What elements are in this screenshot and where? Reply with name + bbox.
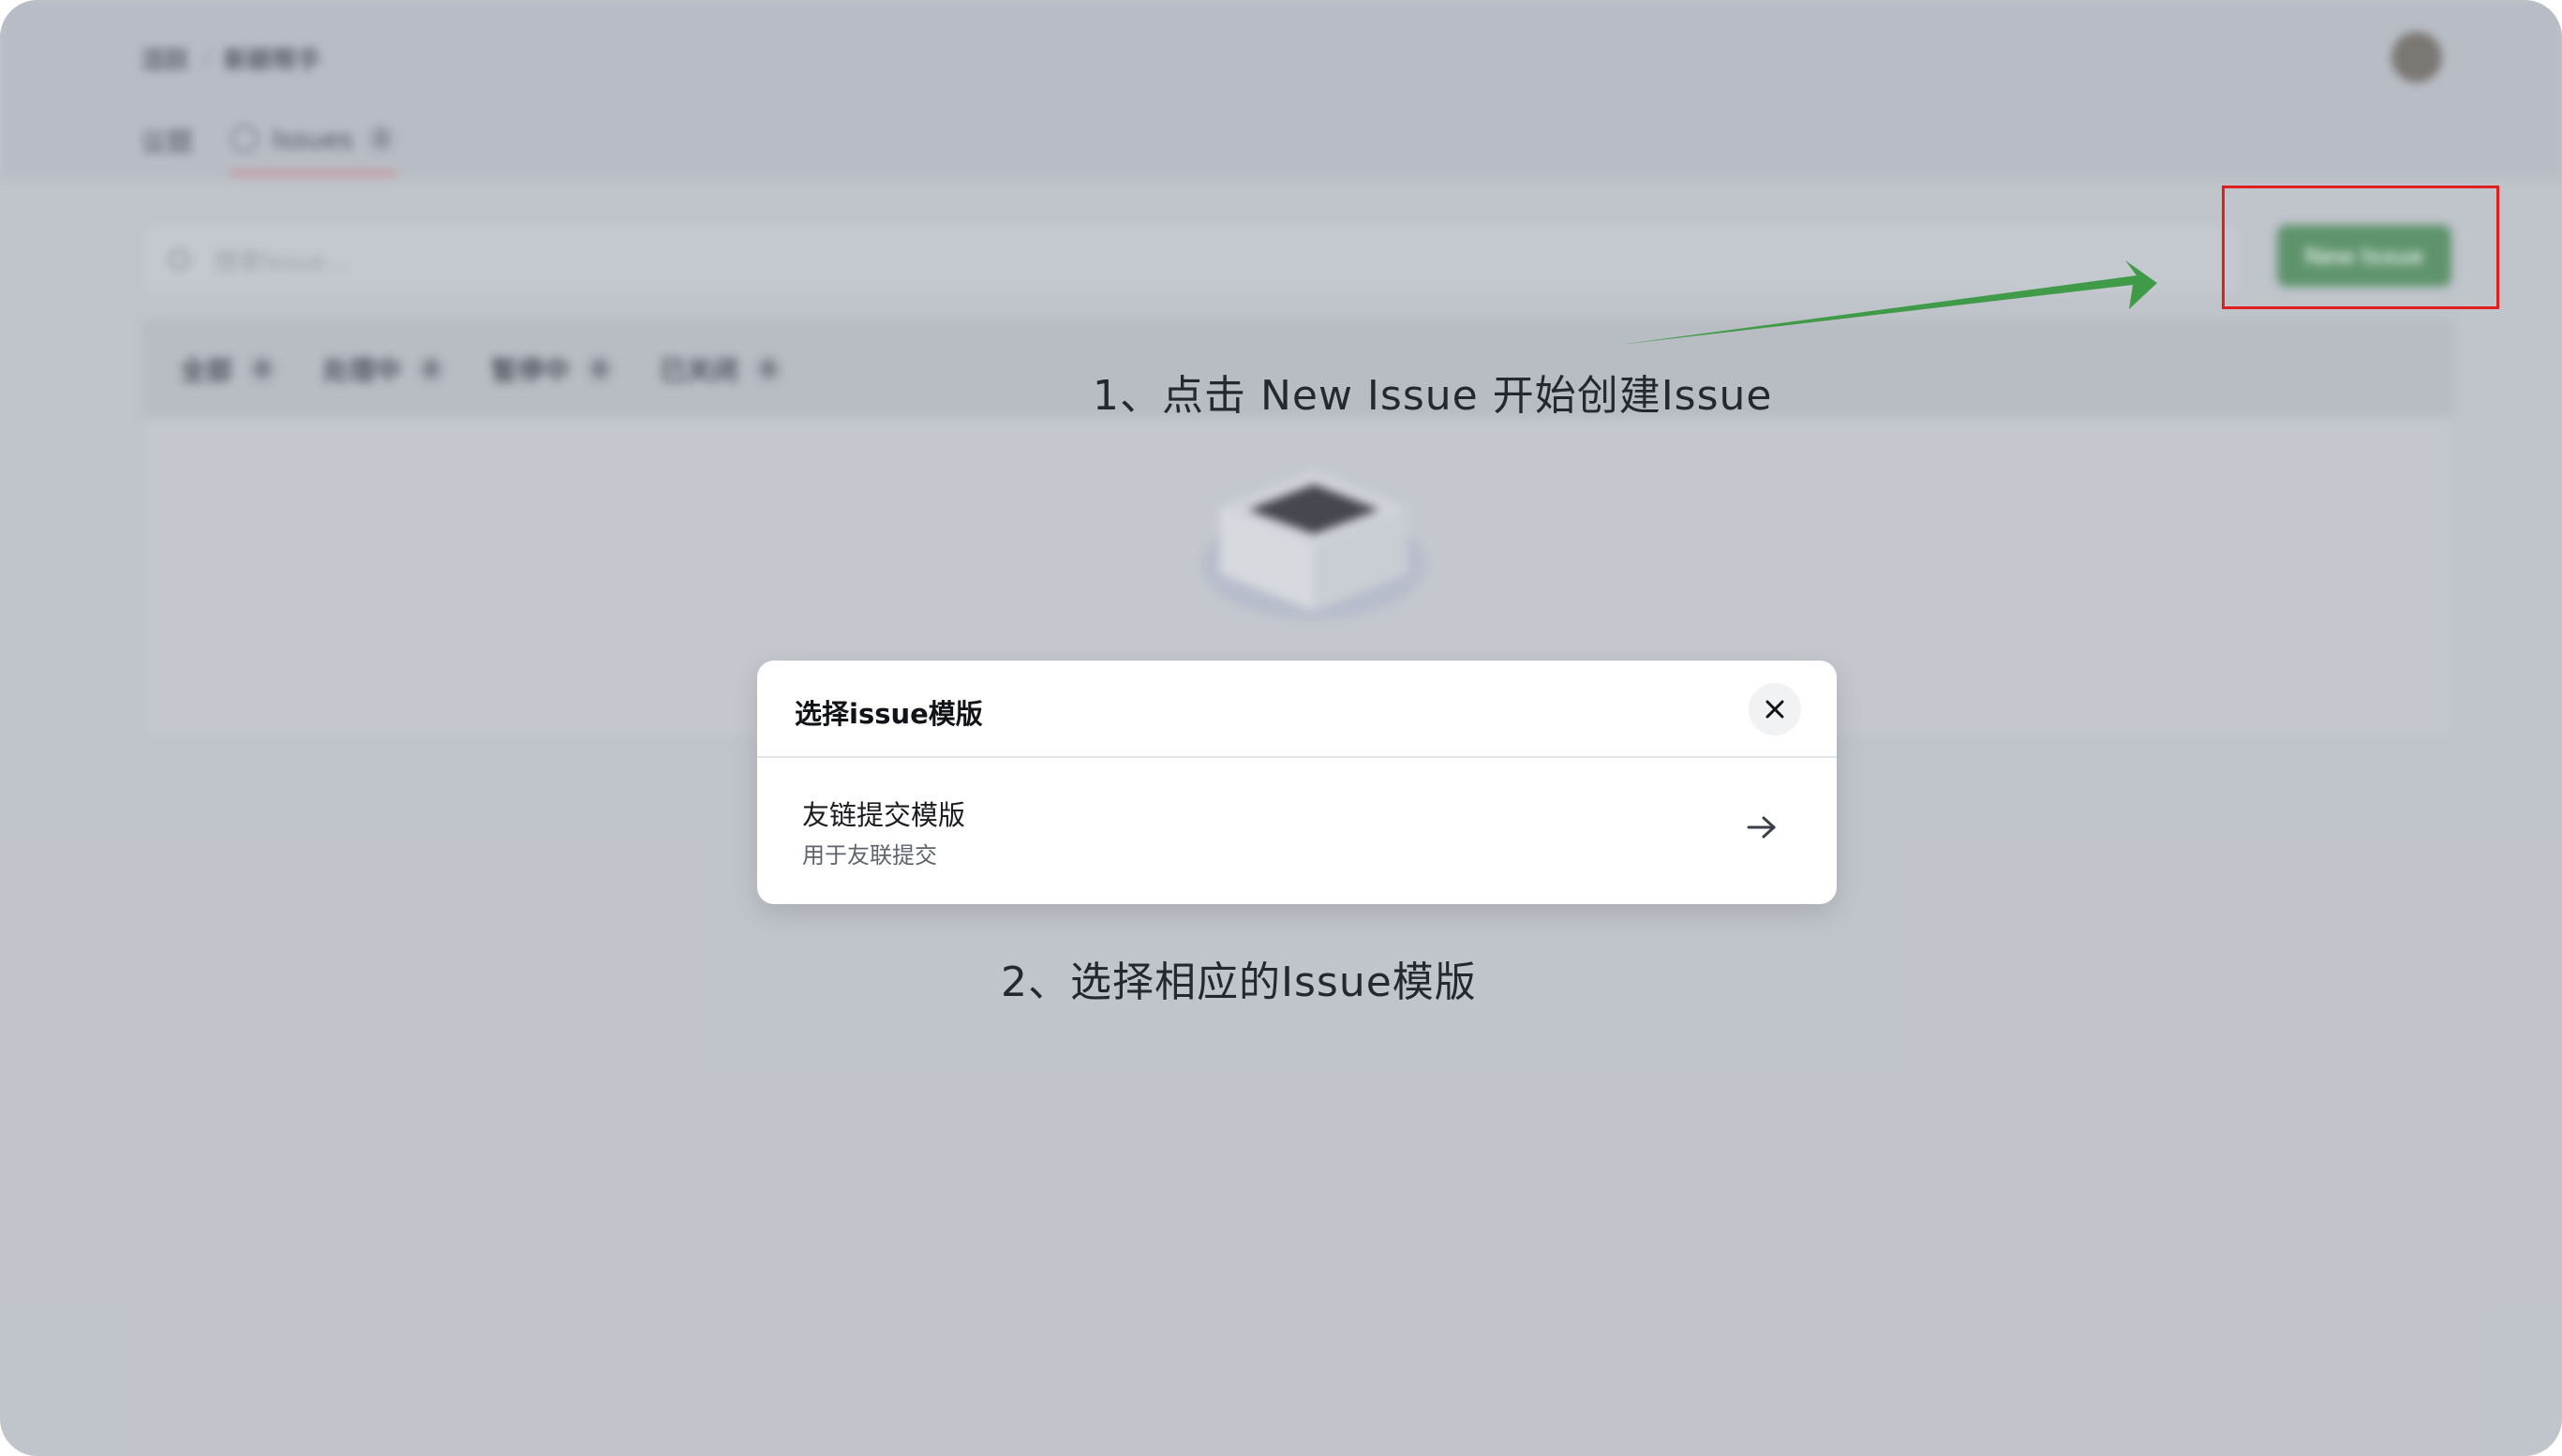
close-button[interactable]	[1749, 683, 1801, 735]
template-option-friend-link[interactable]: 友链提交模版 用于友联提交	[757, 758, 1837, 904]
annotation-step-2: 2、选择相应的Issue模版	[1001, 958, 1477, 1006]
dialog-title: 选择issue模版	[795, 698, 983, 730]
dialog-header: 选择issue模版	[757, 661, 1837, 758]
annotation-step-1: 1、点击 New Issue 开始创建Issue	[1093, 372, 1773, 420]
template-name: 友链提交模版	[802, 799, 966, 831]
arrow-right-icon[interactable]	[1743, 809, 1780, 846]
template-description: 用于友联提交	[802, 842, 937, 869]
template-select-dialog: 选择issue模版 友链提交模版 用于友联提交	[757, 661, 1837, 904]
close-icon	[1765, 700, 1784, 719]
screenshot-frame: 活跃 / 新颖帮手 议题 Issues 0 搜索Issue... New Iss…	[0, 0, 2562, 1456]
new-issue-highlight-box	[2222, 186, 2499, 309]
